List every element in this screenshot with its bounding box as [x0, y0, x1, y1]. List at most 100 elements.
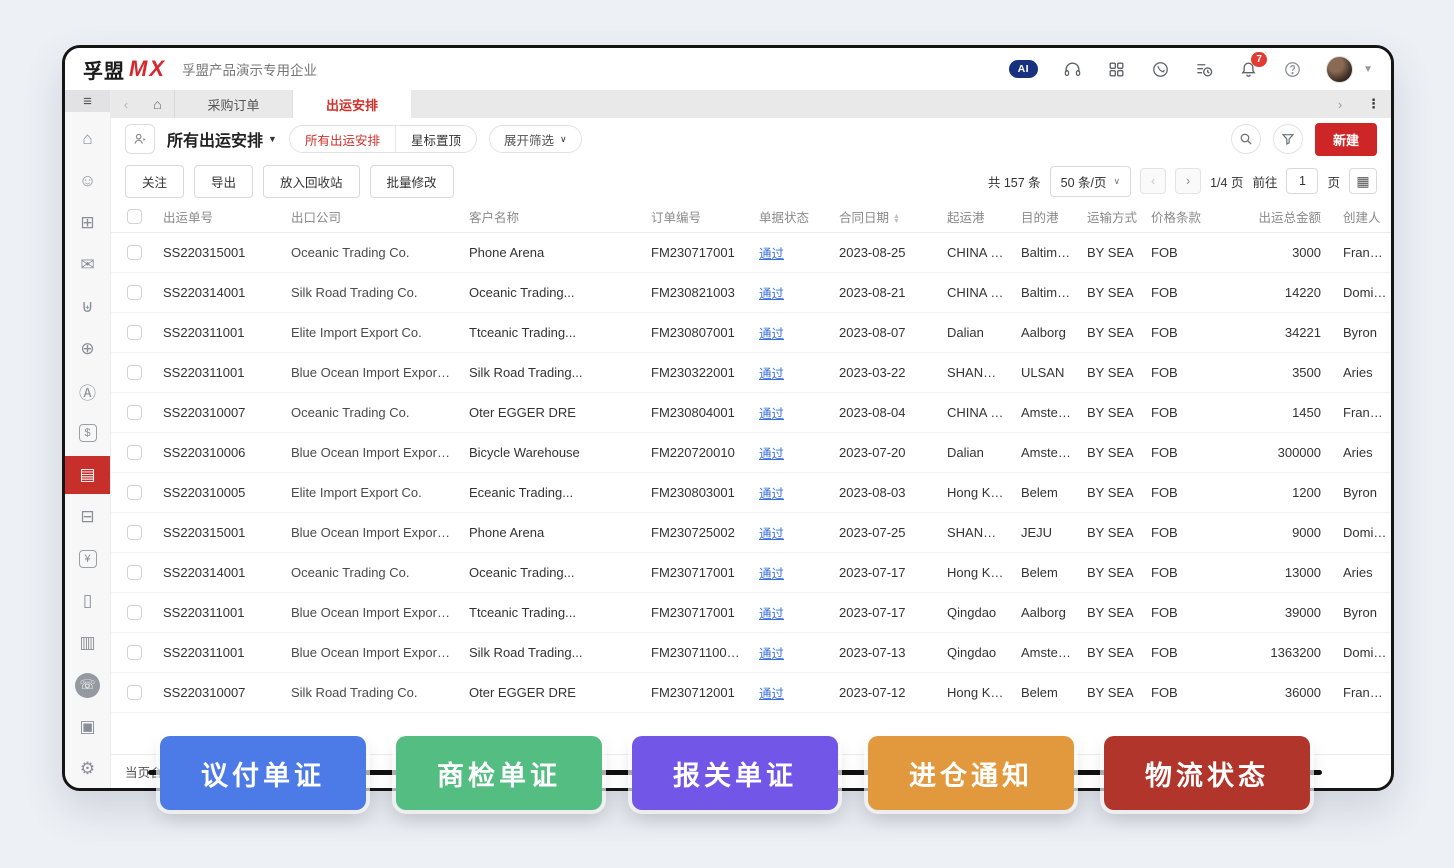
table-row[interactable]: SS220310005Elite Import Export Co.Eceani… [111, 472, 1391, 512]
tab-scroll-right-icon[interactable]: › [1323, 90, 1357, 118]
sidebar-item-org-structure[interactable]: ⊞ [65, 204, 110, 242]
flow-button-报关单证[interactable]: 报关单证 [632, 736, 838, 810]
tab-scroll-left-icon[interactable]: ‹ [111, 90, 141, 118]
flow-button-商检单证[interactable]: 商检单证 [396, 736, 602, 810]
sidebar-item-whatsapp[interactable]: ☏ [65, 666, 110, 704]
apps-grid-icon[interactable] [1106, 59, 1126, 79]
row-checkbox[interactable] [127, 525, 142, 540]
toolbar-button[interactable]: 导出 [194, 165, 253, 198]
create-new-button[interactable]: 新建 [1315, 123, 1377, 156]
row-checkbox[interactable] [127, 285, 142, 300]
sidebar-item-products[interactable]: ⊎ [65, 288, 110, 326]
column-header[interactable]: 出运总金额 [1229, 202, 1335, 232]
next-page-button[interactable]: › [1175, 168, 1201, 194]
status-link[interactable]: 通过 [759, 447, 784, 461]
column-header[interactable]: 创建人 [1335, 202, 1391, 232]
column-header[interactable]: 出口公司 [283, 202, 461, 232]
sidebar-item-quotation[interactable]: $ [65, 414, 110, 452]
sidebar-item-reports[interactable]: ▥ [65, 624, 110, 662]
filter-funnel-button[interactable] [1273, 124, 1303, 154]
user-avatar[interactable] [1326, 56, 1353, 83]
sidebar-item-shipment-docs[interactable]: ▤ [65, 456, 110, 494]
toolbar-button[interactable]: 关注 [125, 165, 184, 198]
table-row[interactable]: SS220311001Blue Ocean Import Export Co.T… [111, 592, 1391, 632]
table-row[interactable]: SS220310007Silk Road Trading Co.Oter EGG… [111, 672, 1391, 712]
sidebar-item-assistant[interactable]: Ⓐ [65, 372, 110, 410]
status-link[interactable]: 通过 [759, 527, 784, 541]
home-tab-icon[interactable]: ⌂ [141, 90, 175, 118]
status-link[interactable]: 通过 [759, 327, 784, 341]
status-link[interactable]: 通过 [759, 487, 784, 501]
status-link[interactable]: 通过 [759, 287, 784, 301]
status-link[interactable]: 通过 [759, 567, 784, 581]
sidebar-item-finance[interactable]: ¥ [65, 540, 110, 578]
table-row[interactable]: SS220314001Oceanic Trading Co.Oceanic Tr… [111, 552, 1391, 592]
flow-button-进仓通知[interactable]: 进仓通知 [868, 736, 1074, 810]
ai-assistant-badge[interactable]: AI [1009, 60, 1039, 78]
column-header[interactable]: 出运单号 [155, 202, 283, 232]
status-link[interactable]: 通过 [759, 247, 784, 261]
sidebar-item-compass[interactable]: ⊕ [65, 330, 110, 368]
help-icon[interactable] [1282, 59, 1302, 79]
filter-pill[interactable]: 所有出运安排 [290, 126, 395, 152]
status-link[interactable]: 通过 [759, 687, 784, 701]
table-row[interactable]: SS220315001Oceanic Trading Co.Phone Aren… [111, 232, 1391, 272]
filter-pill[interactable]: 星标置顶 [395, 126, 476, 152]
table-row[interactable]: SS220311001Elite Import Export Co.Ttcean… [111, 312, 1391, 352]
notifications-bell-icon[interactable]: 7 [1238, 59, 1258, 79]
row-checkbox[interactable] [127, 645, 142, 660]
tab-出运安排[interactable]: 出运安排 [293, 90, 411, 118]
column-settings-button[interactable]: ▦ [1349, 168, 1377, 194]
table-row[interactable]: SS220315001Blue Ocean Import Export Co.P… [111, 512, 1391, 552]
table-row[interactable]: SS220314001Silk Road Trading Co.Oceanic … [111, 272, 1391, 312]
sidebar-item-contacts[interactable]: ☺ [65, 162, 110, 200]
row-checkbox[interactable] [127, 445, 142, 460]
prev-page-button[interactable]: ‹ [1140, 168, 1166, 194]
status-link[interactable]: 通过 [759, 647, 784, 661]
select-all-checkbox[interactable] [127, 209, 142, 224]
row-checkbox[interactable] [127, 685, 142, 700]
sidebar-item-monitor[interactable]: ▣ [65, 708, 110, 746]
toolbar-button[interactable]: 批量修改 [370, 165, 454, 198]
goto-page-input[interactable] [1286, 168, 1318, 194]
sidebar-collapse-button[interactable]: ≡ [65, 90, 110, 112]
status-link[interactable]: 通过 [759, 607, 784, 621]
column-header[interactable]: 合同日期▲▼ [831, 202, 939, 232]
sidebar-item-truck[interactable]: ⊟ [65, 498, 110, 536]
status-link[interactable]: 通过 [759, 367, 784, 381]
sidebar-item-settings[interactable]: ⚙ [65, 750, 110, 788]
page-size-select[interactable]: 50 条/页 ∨ [1050, 166, 1131, 197]
row-checkbox[interactable] [127, 365, 142, 380]
tab-采购订单[interactable]: 采购订单 [175, 90, 293, 118]
column-header[interactable]: 运输方式 [1079, 202, 1143, 232]
flow-button-议付单证[interactable]: 议付单证 [160, 736, 366, 810]
table-row[interactable]: SS220310007Oceanic Trading Co.Oter EGGER… [111, 392, 1391, 432]
column-header[interactable]: 客户名称 [461, 202, 643, 232]
headset-support-icon[interactable] [1062, 59, 1082, 79]
flow-button-物流状态[interactable]: 物流状态 [1104, 736, 1310, 810]
table-row[interactable]: SS220310006Blue Ocean Import Export Co.B… [111, 432, 1391, 472]
column-header[interactable]: 订单编号 [643, 202, 751, 232]
column-header[interactable]: 起运港 [939, 202, 1013, 232]
row-checkbox[interactable] [127, 485, 142, 500]
sort-icon[interactable]: ▲▼ [893, 214, 900, 224]
row-checkbox[interactable] [127, 245, 142, 260]
toolbar-button[interactable]: 放入回收站 [263, 165, 360, 198]
expand-filter-button[interactable]: 展开筛选 ∨ [489, 125, 582, 153]
owner-filter-button[interactable] [125, 124, 155, 154]
status-link[interactable]: 通过 [759, 407, 784, 421]
row-checkbox[interactable] [127, 325, 142, 340]
sidebar-item-ledger[interactable]: ▯ [65, 582, 110, 620]
view-selector[interactable]: 所有出运安排 ▼ [167, 127, 277, 151]
table-row[interactable]: SS220311001Blue Ocean Import Export Co.S… [111, 352, 1391, 392]
row-checkbox[interactable] [127, 565, 142, 580]
column-header[interactable]: 价格条款 [1143, 202, 1229, 232]
row-checkbox[interactable] [127, 405, 142, 420]
sidebar-item-mail[interactable]: ✉ [65, 246, 110, 284]
chevron-down-icon[interactable]: ▼ [1363, 64, 1373, 75]
table-row[interactable]: SS220311001Blue Ocean Import Export Co.S… [111, 632, 1391, 672]
sidebar-item-home[interactable]: ⌂ [65, 120, 110, 158]
whatsapp-icon[interactable] [1150, 59, 1170, 79]
column-header[interactable]: 单据状态 [751, 202, 831, 232]
row-checkbox[interactable] [127, 605, 142, 620]
